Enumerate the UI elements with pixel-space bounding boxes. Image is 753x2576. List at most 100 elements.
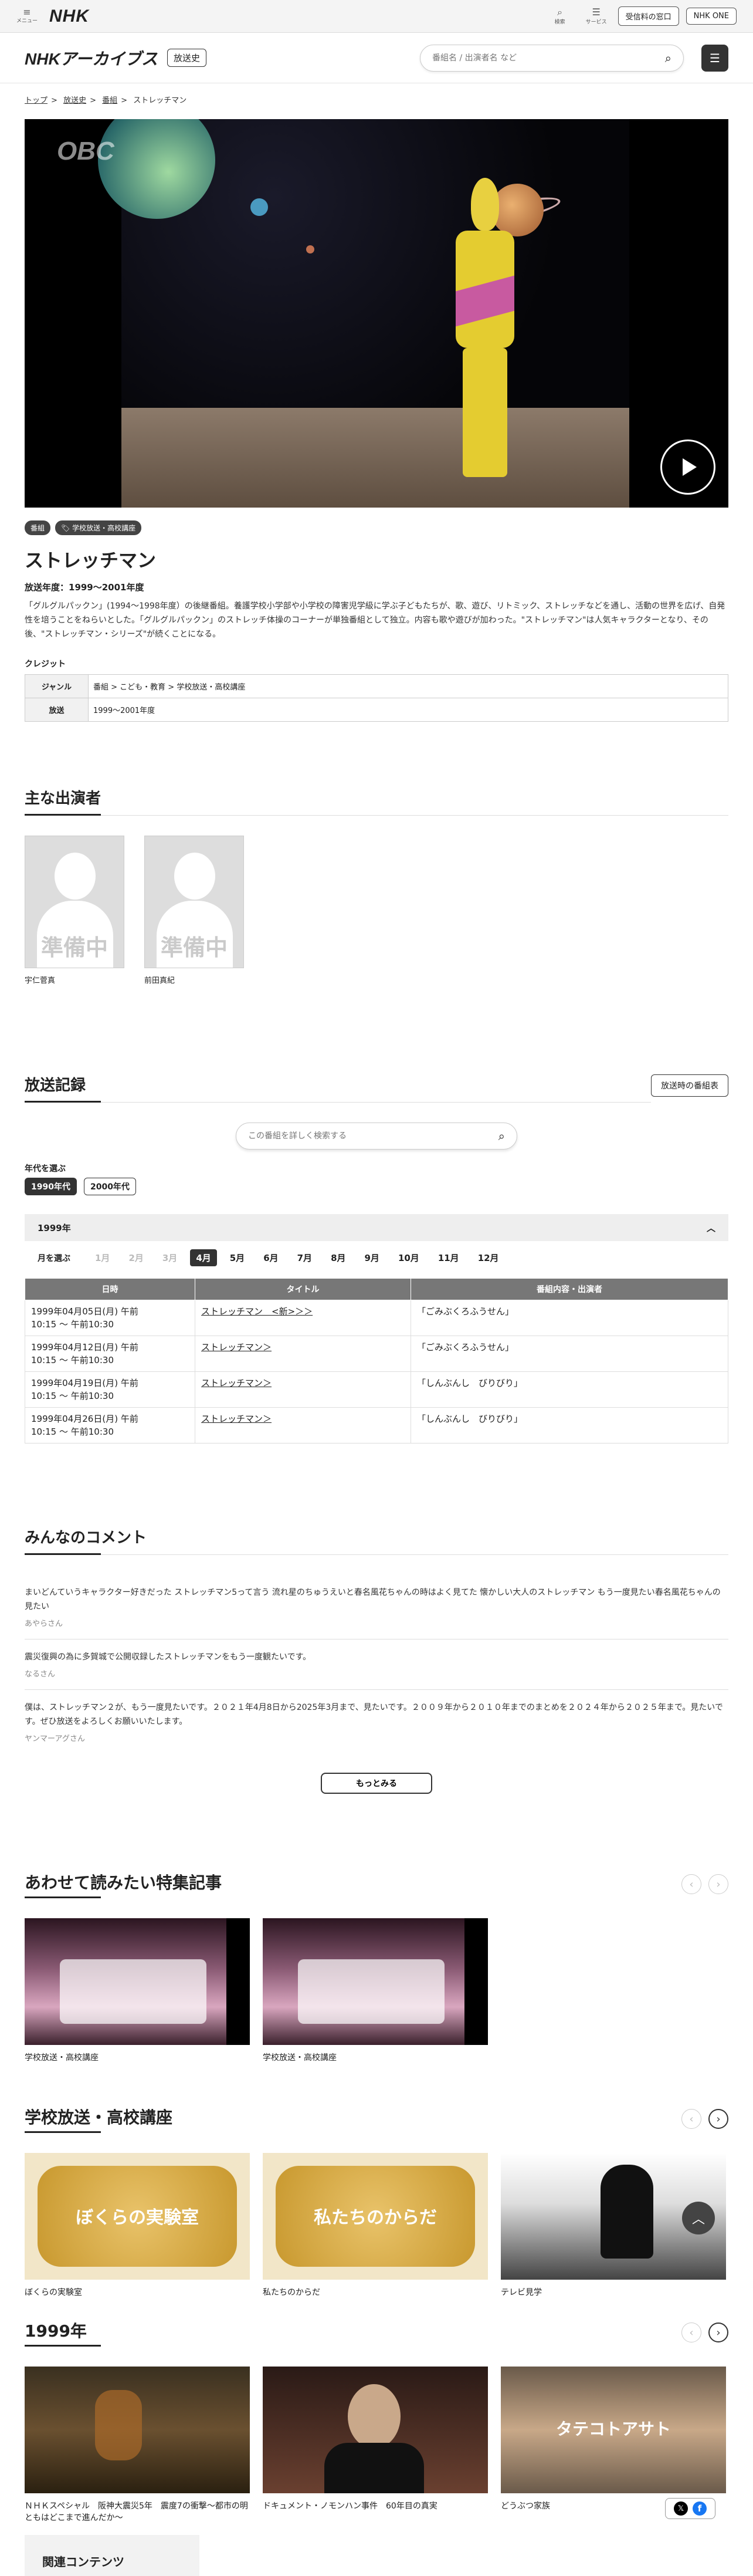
featured-thumbnail bbox=[25, 1918, 250, 2045]
table-row: 1999年04月12日(月) 午前 10:15 〜 午前10:30 ストレッチマン… bbox=[25, 1336, 728, 1372]
month-selector: 月を選ぶ 1月 2月 3月 4月 5月 6月 7月 8月 9月 10月 11月 … bbox=[25, 1249, 728, 1266]
program-card[interactable]: ドキュメント・ノモンハン事件 60年目の真実 bbox=[263, 2367, 488, 2524]
breadcrumb-programs[interactable]: 番組 bbox=[102, 96, 117, 105]
credit-row: ジャンル 番組 > こども・教育 > 学校放送・高校講座 bbox=[25, 674, 728, 698]
global-search-button[interactable]: ⌕ 検索 bbox=[545, 7, 575, 26]
cast-card[interactable]: 準備中 前田真紀 bbox=[144, 836, 244, 985]
month-button-4[interactable]: 4月 bbox=[190, 1249, 217, 1266]
search-icon[interactable]: ⌕ bbox=[498, 1129, 505, 1143]
air-years: 放送年度：1999〜2001年度 bbox=[25, 582, 144, 593]
episode-date: 1999年04月12日(月) 午前 bbox=[31, 1342, 138, 1353]
episode-content: 「ごみぶくろふうせん」 bbox=[411, 1300, 728, 1336]
x-icon[interactable]: 𝕏 bbox=[674, 2501, 688, 2516]
program-card[interactable]: ＮＨＫスペシャル 阪神大震災5年 震度7の衝撃〜都市の明ともはどこまで進んだか〜 bbox=[25, 2367, 250, 2524]
month-button-7[interactable]: 7月 bbox=[291, 1249, 318, 1266]
year-cards: ＮＨＫスペシャル 阪神大震災5年 震度7の衝撃〜都市の明ともはどこまで進んだか〜… bbox=[25, 2367, 728, 2524]
breadcrumb-top[interactable]: トップ bbox=[25, 96, 48, 105]
month-button-9[interactable]: 9月 bbox=[359, 1249, 385, 1266]
month-button-12[interactable]: 12月 bbox=[472, 1249, 505, 1266]
play-icon bbox=[683, 458, 697, 476]
program-thumbnail: 私たちのからだ bbox=[263, 2153, 488, 2280]
service-button[interactable]: ☰ サービス bbox=[582, 7, 611, 26]
arrow-left-icon[interactable]: ‹ bbox=[681, 1874, 701, 1894]
nhk-logo[interactable]: NHK bbox=[49, 6, 89, 26]
card-caption: 学校放送・高校講座 bbox=[263, 2053, 337, 2063]
play-button[interactable] bbox=[660, 440, 715, 495]
program-thumbnail bbox=[263, 2367, 488, 2493]
comment-item: 僕は、ストレッチマン２が、もう一度見たいです。２０２１年4月8日から2025年3… bbox=[25, 1690, 728, 1754]
card-caption: ぼくらの実験室 bbox=[25, 2288, 82, 2297]
program-card[interactable]: 私たちのからだ 私たちのからだ bbox=[263, 2153, 488, 2298]
scroll-top-icon[interactable]: ︿ bbox=[682, 2202, 715, 2234]
arrow-right-icon[interactable]: › bbox=[708, 1874, 728, 1894]
more-comments-button[interactable]: もっとみる bbox=[321, 1773, 432, 1794]
arrow-right-icon[interactable]: › bbox=[708, 2109, 728, 2129]
comments-section-title: みんなのコメント bbox=[25, 1526, 728, 1555]
broadcast-header: 放送記録 放送時の番組表 bbox=[25, 1073, 728, 1103]
decade-label: 年代を選ぶ bbox=[25, 1164, 66, 1174]
episode-search-input[interactable] bbox=[248, 1131, 498, 1141]
arrow-left-icon[interactable]: ‹ bbox=[681, 2109, 701, 2129]
episode-title-link[interactable]: ストレッチマン <新>＞＞ bbox=[201, 1306, 313, 1317]
thumb-title: ぼくらの実験室 bbox=[76, 2207, 199, 2228]
badge-school-label: 学校放送・高校講座 bbox=[72, 524, 136, 532]
month-button-2: 2月 bbox=[128, 1253, 144, 1263]
global-header: ≡ メニュー NHK ⌕ 検索 ☰ サービス 受信料の窓口 NHK ONE bbox=[0, 0, 753, 33]
archives-logo[interactable]: NHKアーカイブス bbox=[25, 46, 158, 70]
year-accordion[interactable]: 1999年 ︿ bbox=[25, 1214, 728, 1241]
credit-key: ジャンル bbox=[25, 674, 89, 698]
figure-head bbox=[471, 178, 499, 231]
month-button-10[interactable]: 10月 bbox=[392, 1249, 425, 1266]
badge-school[interactable]: 🏷 学校放送・高校講座 bbox=[55, 520, 142, 535]
decade-1990s-button[interactable]: 1990年代 bbox=[25, 1178, 77, 1195]
video-player[interactable]: OBC bbox=[25, 119, 728, 508]
episode-title-link[interactable]: ストレッチマン＞ bbox=[201, 1378, 272, 1388]
episode-title-link[interactable]: ストレッチマン＞ bbox=[201, 1414, 272, 1424]
credit-table: ジャンル 番組 > こども・教育 > 学校放送・高校講座 放送 1999〜200… bbox=[25, 674, 728, 722]
video-thumbnail bbox=[98, 119, 629, 508]
featured-cards: 学校放送・高校講座 学校放送・高校講座 bbox=[25, 1918, 728, 2064]
column-header-title: タイトル bbox=[195, 1278, 411, 1300]
featured-card[interactable]: 学校放送・高校講座 bbox=[263, 1918, 488, 2064]
nhk-one-button[interactable]: NHK ONE bbox=[686, 8, 737, 25]
featured-header: あわせて読みたい特集記事 ‹ › bbox=[25, 1870, 728, 1898]
hamburger-icon: ≡ bbox=[23, 6, 31, 18]
broadcast-section-title: 放送記録 bbox=[25, 1073, 651, 1103]
program-card[interactable]: ぼくらの実験室 ぼくらの実験室 bbox=[25, 2153, 250, 2298]
global-search-label: 検索 bbox=[554, 19, 565, 25]
episode-date: 1999年04月19日(月) 午前 bbox=[31, 1378, 138, 1388]
program-thumbnail bbox=[25, 2367, 250, 2493]
facebook-icon[interactable]: f bbox=[693, 2501, 707, 2516]
month-button-11[interactable]: 11月 bbox=[432, 1249, 465, 1266]
month-button-8[interactable]: 8月 bbox=[325, 1249, 351, 1266]
episode-title-cell: ストレッチマン＞ bbox=[195, 1336, 411, 1372]
episode-title-link[interactable]: ストレッチマン＞ bbox=[201, 1342, 272, 1353]
site-menu-button[interactable]: ☰ bbox=[701, 44, 728, 72]
card-caption: 私たちのからだ bbox=[263, 2288, 320, 2297]
table-row: 1999年04月19日(月) 午前 10:15 〜 午前10:30 ストレッチマン… bbox=[25, 1371, 728, 1408]
breadcrumb-separator: > bbox=[90, 96, 96, 105]
decade-2000s-button[interactable]: 2000年代 bbox=[83, 1178, 136, 1195]
arrow-left-icon[interactable]: ‹ bbox=[681, 2323, 701, 2342]
archives-search-input[interactable] bbox=[432, 53, 665, 63]
search-icon[interactable]: ⌕ bbox=[665, 51, 671, 65]
episode-date: 1999年04月05日(月) 午前 bbox=[31, 1306, 138, 1317]
arrow-right-icon[interactable]: › bbox=[708, 2323, 728, 2342]
featured-card[interactable]: 学校放送・高校講座 bbox=[25, 1918, 250, 2064]
breadcrumb-history[interactable]: 放送史 bbox=[63, 96, 86, 105]
episode-time: 10:15 〜 午前10:30 bbox=[31, 1319, 114, 1330]
year-section-header: 1999年 ‹ › bbox=[25, 2318, 728, 2347]
badge-program[interactable]: 番組 bbox=[25, 520, 51, 535]
comment-item: まいどんていうキャラクター好きだった ストレッチマン5って言う 流れ星のちゅうえ… bbox=[25, 1575, 728, 1639]
cast-card[interactable]: 準備中 宇仁菅真 bbox=[25, 836, 124, 985]
month-button-5[interactable]: 5月 bbox=[224, 1249, 250, 1266]
fee-window-button[interactable]: 受信料の窓口 bbox=[618, 6, 679, 26]
schedule-button[interactable]: 放送時の番組表 bbox=[651, 1074, 728, 1097]
month-button-6[interactable]: 6月 bbox=[257, 1249, 284, 1266]
episode-title-cell: ストレッチマン＞ bbox=[195, 1407, 411, 1443]
history-tag-button[interactable]: 放送史 bbox=[167, 49, 206, 67]
thumb-title: 私たちのからだ bbox=[314, 2207, 437, 2228]
credit-value: 番組 > こども・教育 > 学校放送・高校講座 bbox=[88, 674, 728, 698]
cast-list: 準備中 宇仁菅真 準備中 前田真紀 bbox=[25, 836, 728, 985]
global-menu-button[interactable]: ≡ メニュー bbox=[16, 6, 38, 25]
